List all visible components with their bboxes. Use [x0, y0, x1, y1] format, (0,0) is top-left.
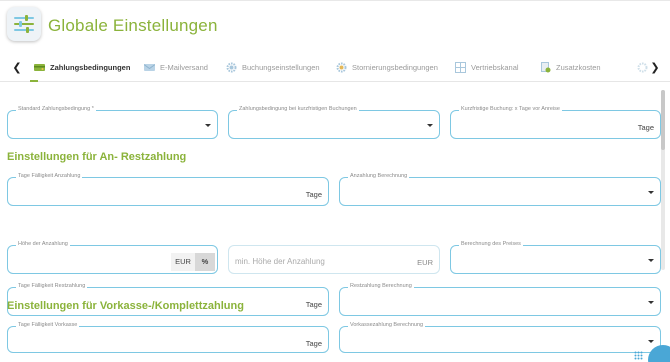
chevron-down-icon: [648, 340, 654, 343]
deposit-due-days-input[interactable]: Tage Fälligkeit Anzahlung Tage: [7, 173, 329, 206]
min-deposit-input[interactable]: min. Höhe der Anzahlung EUR: [228, 245, 440, 274]
short-term-payment-condition-select[interactable]: Zahlungsbedingung bei kurzfristigen Buch…: [228, 106, 440, 139]
page-title: Globale Einstellungen: [48, 16, 218, 35]
chevron-down-icon: [648, 191, 654, 194]
price-calculation-select[interactable]: Berechnung des Preises: [450, 241, 661, 274]
currency-eur-toggle[interactable]: EUR: [171, 253, 195, 271]
gear-icon: [336, 62, 347, 73]
short-term-days-input[interactable]: Kurzfristige Buchung: x Tage vor Anreise…: [450, 106, 661, 139]
chevron-down-icon: [205, 124, 211, 127]
page-header: Globale Einstellungen: [0, 0, 670, 52]
tab-scroll-right-button[interactable]: ❯: [647, 59, 663, 77]
chevron-down-icon: [648, 259, 654, 262]
grid-icon: [455, 62, 466, 73]
tab-scroll-left-button[interactable]: ❮: [9, 59, 25, 77]
standard-payment-condition-select[interactable]: Standard Zahlungsbedingung *: [7, 106, 218, 139]
chevron-down-icon: [648, 301, 654, 304]
envelope-icon: [144, 64, 155, 71]
scrollbar-thumb[interactable]: [661, 90, 665, 150]
gear-icon: [226, 62, 237, 73]
prepayment-due-days-input[interactable]: Tage Fälligkeit Vorkasse Tage: [7, 322, 329, 353]
section-title-partial-payment: Einstellungen für An- Restzahlung: [7, 151, 187, 163]
chevron-down-icon: [427, 124, 433, 127]
section-title-prepayment: Einstellungen für Vorkasse-/Komplettzahl…: [7, 300, 244, 312]
document-icon: [541, 62, 551, 73]
payment-card-icon: [34, 64, 45, 71]
prepayment-calculation-select[interactable]: Vorkassezahlung Berechnung: [339, 322, 661, 353]
sliders-icon: [7, 7, 41, 41]
currency-percent-toggle[interactable]: %: [195, 253, 215, 271]
apps-grid-icon[interactable]: [634, 351, 643, 360]
active-tab-indicator: [30, 80, 38, 82]
scrollbar[interactable]: [661, 90, 665, 270]
deposit-amount-input[interactable]: Höhe der Anzahlung EUR %: [7, 241, 218, 274]
tab-bar: ❮ Zahlungsbedingungen E-Mailversand Buch…: [0, 55, 670, 82]
rest-payment-calculation-select[interactable]: Restzahlung Berechnung: [339, 283, 661, 316]
deposit-calculation-select[interactable]: Anzahlung Berechnung: [339, 173, 661, 206]
